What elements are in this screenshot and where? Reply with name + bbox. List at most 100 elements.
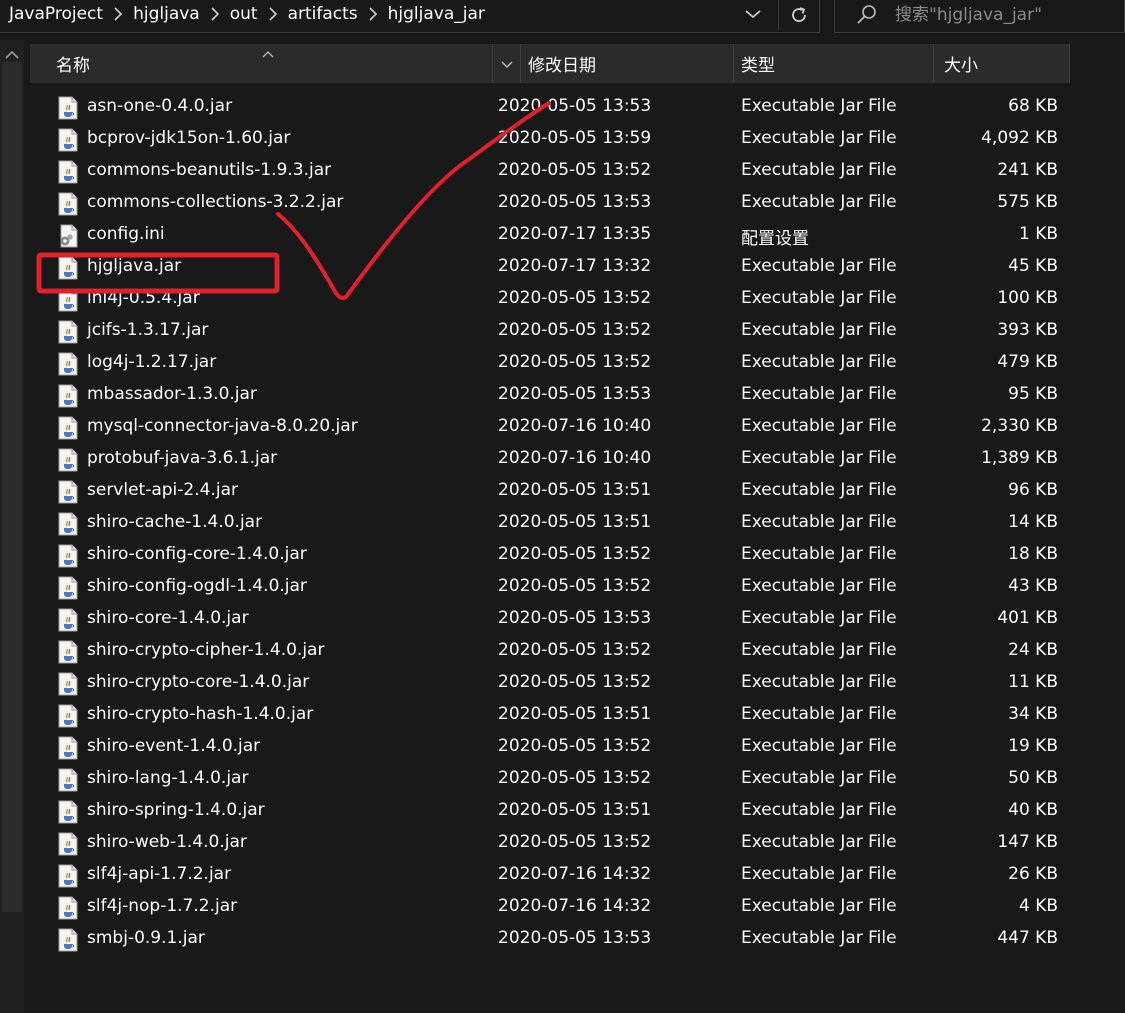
jar-file-icon [57, 128, 79, 152]
file-type: Executable Jar File [741, 544, 897, 564]
file-modified-date: 2020-05-05 13:52 [498, 640, 652, 660]
breadcrumb-item-hjgljava-jar[interactable]: hjgljava_jar [385, 4, 488, 24]
file-row[interactable]: bcprov-jdk15on-1.60.jar 2020-05-05 13:59 E… [0, 124, 1125, 156]
file-row[interactable]: mysql-connector-java-8.0.20.jar 2020-07-1… [0, 412, 1125, 444]
file-row[interactable]: commons-beanutils-1.9.3.jar 2020-05-05 13… [0, 156, 1125, 188]
file-type: Executable Jar File [741, 576, 897, 596]
file-modified-date: 2020-07-16 10:40 [498, 448, 652, 468]
file-name: shiro-spring-1.4.0.jar [87, 800, 265, 820]
jar-file-icon [57, 608, 79, 632]
file-row[interactable]: smbj-0.9.1.jar 2020-05-05 13:53 Executable… [0, 924, 1125, 956]
file-size: 1 KB [1018, 224, 1058, 244]
file-row[interactable]: shiro-cache-1.4.0.jar 2020-05-05 13:51 Exe… [0, 508, 1125, 540]
chevron-right-icon[interactable] [203, 0, 227, 28]
refresh-icon[interactable] [778, 0, 818, 30]
jar-file-icon [57, 448, 79, 472]
search-box[interactable] [834, 0, 1125, 33]
file-row[interactable]: shiro-config-ogdl-1.4.0.jar 2020-05-05 13… [0, 572, 1125, 604]
file-row[interactable]: ini4j-0.5.4.jar 2020-05-05 13:52 Executabl… [0, 284, 1125, 316]
jar-file-icon [57, 640, 79, 664]
jar-file-icon [57, 768, 79, 792]
file-name: shiro-config-ogdl-1.4.0.jar [87, 576, 307, 596]
file-type: Executable Jar File [741, 928, 897, 948]
file-modified-date: 2020-05-05 13:52 [498, 160, 652, 180]
file-row[interactable]: slf4j-nop-1.7.2.jar 2020-07-16 14:32 Execu… [0, 892, 1125, 924]
file-name: slf4j-nop-1.7.2.jar [87, 896, 238, 916]
file-size: 147 KB [997, 832, 1058, 852]
file-row[interactable]: shiro-crypto-core-1.4.0.jar 2020-05-05 13… [0, 668, 1125, 700]
file-size: 68 KB [1008, 96, 1058, 116]
jar-file-icon [57, 672, 79, 696]
breadcrumb-item-hjgljava[interactable]: hjgljava [130, 4, 203, 24]
file-row[interactable]: shiro-crypto-hash-1.4.0.jar 2020-05-05 13… [0, 700, 1125, 732]
column-header-size-label: 大小 [944, 56, 978, 76]
file-name: shiro-web-1.4.0.jar [87, 832, 247, 852]
address-bar[interactable]: JavaProject hjgljava out artifacts hjglj… [0, 0, 820, 33]
breadcrumb-item-javaproject[interactable]: JavaProject [6, 4, 106, 24]
file-name: commons-collections-3.2.2.jar [87, 192, 344, 212]
file-size: 45 KB [1008, 256, 1058, 276]
file-name: asn-one-0.4.0.jar [87, 96, 233, 116]
file-size: 393 KB [997, 320, 1058, 340]
column-header-type[interactable]: 类型 [733, 44, 933, 83]
file-type: Executable Jar File [741, 160, 897, 180]
file-row[interactable]: mbassador-1.3.0.jar 2020-05-05 13:53 Execu… [0, 380, 1125, 412]
file-modified-date: 2020-05-05 13:52 [498, 672, 652, 692]
file-type: Executable Jar File [741, 96, 897, 116]
breadcrumb-item-artifacts[interactable]: artifacts [285, 4, 361, 24]
file-name: servlet-api-2.4.jar [87, 480, 238, 500]
file-row[interactable]: shiro-config-core-1.4.0.jar 2020-05-05 13… [0, 540, 1125, 572]
jar-file-icon [57, 288, 79, 312]
chevron-down-icon [501, 54, 513, 73]
file-row[interactable]: protobuf-java-3.6.1.jar 2020-07-16 10:40 E… [0, 444, 1125, 476]
file-size: 50 KB [1008, 768, 1058, 788]
file-row[interactable]: shiro-crypto-cipher-1.4.0.jar 2020-05-05 … [0, 636, 1125, 668]
column-header-date[interactable]: 修改日期 [520, 44, 733, 83]
file-modified-date: 2020-07-16 10:40 [498, 416, 652, 436]
file-row[interactable]: log4j-1.2.17.jar 2020-05-05 13:52 Executab… [0, 348, 1125, 380]
column-filter-dropdown[interactable] [492, 44, 520, 83]
file-row[interactable]: config.ini 2020-07-17 13:35 配置设置 1 KB [0, 220, 1125, 252]
file-row[interactable]: shiro-lang-1.4.0.jar 2020-05-05 13:52 Exec… [0, 764, 1125, 796]
chevron-right-icon[interactable] [261, 0, 285, 28]
file-type: Executable Jar File [741, 448, 897, 468]
file-type: Executable Jar File [741, 672, 897, 692]
file-name: mysql-connector-java-8.0.20.jar [87, 416, 358, 436]
file-row[interactable]: asn-one-0.4.0.jar 2020-05-05 13:53 Executa… [0, 92, 1125, 124]
search-icon [855, 3, 879, 27]
file-size: 24 KB [1008, 640, 1058, 660]
scroll-up-icon[interactable] [4, 46, 20, 59]
chevron-down-icon[interactable] [740, 2, 766, 26]
jar-file-icon [57, 256, 79, 280]
file-name: shiro-crypto-core-1.4.0.jar [87, 672, 310, 692]
column-header-name[interactable]: 名称 [30, 44, 492, 83]
chevron-right-icon[interactable] [106, 0, 130, 28]
file-row[interactable]: servlet-api-2.4.jar 2020-05-05 13:51 Execu… [0, 476, 1125, 508]
file-row[interactable]: slf4j-api-1.7.2.jar 2020-07-16 14:32 Execu… [0, 860, 1125, 892]
file-size: 26 KB [1008, 864, 1058, 884]
file-row[interactable]: commons-collections-3.2.2.jar 2020-05-05 … [0, 188, 1125, 220]
file-row[interactable]: shiro-web-1.4.0.jar 2020-05-05 13:52 Execu… [0, 828, 1125, 860]
file-row[interactable]: hjgljava.jar 2020-07-17 13:32 Executable J… [0, 252, 1125, 284]
search-input[interactable] [893, 2, 1122, 28]
file-modified-date: 2020-05-05 13:52 [498, 320, 652, 340]
column-header-size[interactable]: 大小 [933, 44, 1070, 83]
jar-file-icon [57, 704, 79, 728]
file-name: shiro-event-1.4.0.jar [87, 736, 261, 756]
file-modified-date: 2020-05-05 13:52 [498, 736, 652, 756]
file-size: 2,330 KB [981, 416, 1058, 436]
jar-file-icon [57, 512, 79, 536]
file-type: Executable Jar File [741, 192, 897, 212]
file-size: 19 KB [1008, 736, 1058, 756]
file-row[interactable]: shiro-core-1.4.0.jar 2020-05-05 13:53 Exec… [0, 604, 1125, 636]
jar-file-icon [57, 736, 79, 760]
file-row[interactable]: jcifs-1.3.17.jar 2020-05-05 13:52 Executab… [0, 316, 1125, 348]
chevron-right-icon[interactable] [361, 0, 385, 28]
file-type: Executable Jar File [741, 896, 897, 916]
file-type: Executable Jar File [741, 832, 897, 852]
file-modified-date: 2020-07-16 14:32 [498, 864, 652, 884]
file-row[interactable]: shiro-spring-1.4.0.jar 2020-05-05 13:51 Ex… [0, 796, 1125, 828]
file-name: jcifs-1.3.17.jar [87, 320, 209, 340]
file-row[interactable]: shiro-event-1.4.0.jar 2020-05-05 13:52 Exe… [0, 732, 1125, 764]
breadcrumb-item-out[interactable]: out [227, 4, 261, 24]
